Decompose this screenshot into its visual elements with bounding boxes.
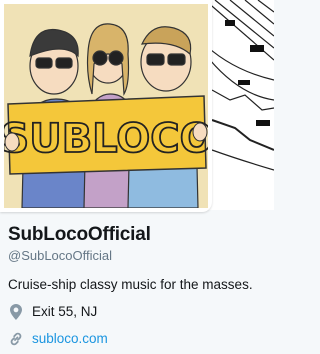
profile-card: SubLocoOfficial @SubLocoOfficial Cruise-… (8, 224, 270, 348)
avatar-sign: SUBLOCO (4, 95, 208, 175)
avatar-illustration: SUBLOCO (4, 4, 208, 208)
avatar-sign-text: SUBLOCO (4, 116, 208, 162)
profile-location: Exit 55, NJ (32, 304, 98, 319)
profile-handle[interactable]: @SubLocoOfficial (8, 248, 270, 264)
profile-website-row: subloco.com (8, 330, 270, 348)
profile-location-row: Exit 55, NJ (8, 303, 270, 321)
profile-avatar[interactable]: SUBLOCO (0, 0, 212, 212)
profile-bio: Cruise-ship classy music for the masses. (8, 277, 253, 292)
profile-display-name[interactable]: SubLocoOfficial (8, 224, 270, 246)
link-icon (8, 331, 24, 347)
map-pin-icon (8, 304, 24, 320)
profile-website-link[interactable]: subloco.com (32, 330, 108, 348)
